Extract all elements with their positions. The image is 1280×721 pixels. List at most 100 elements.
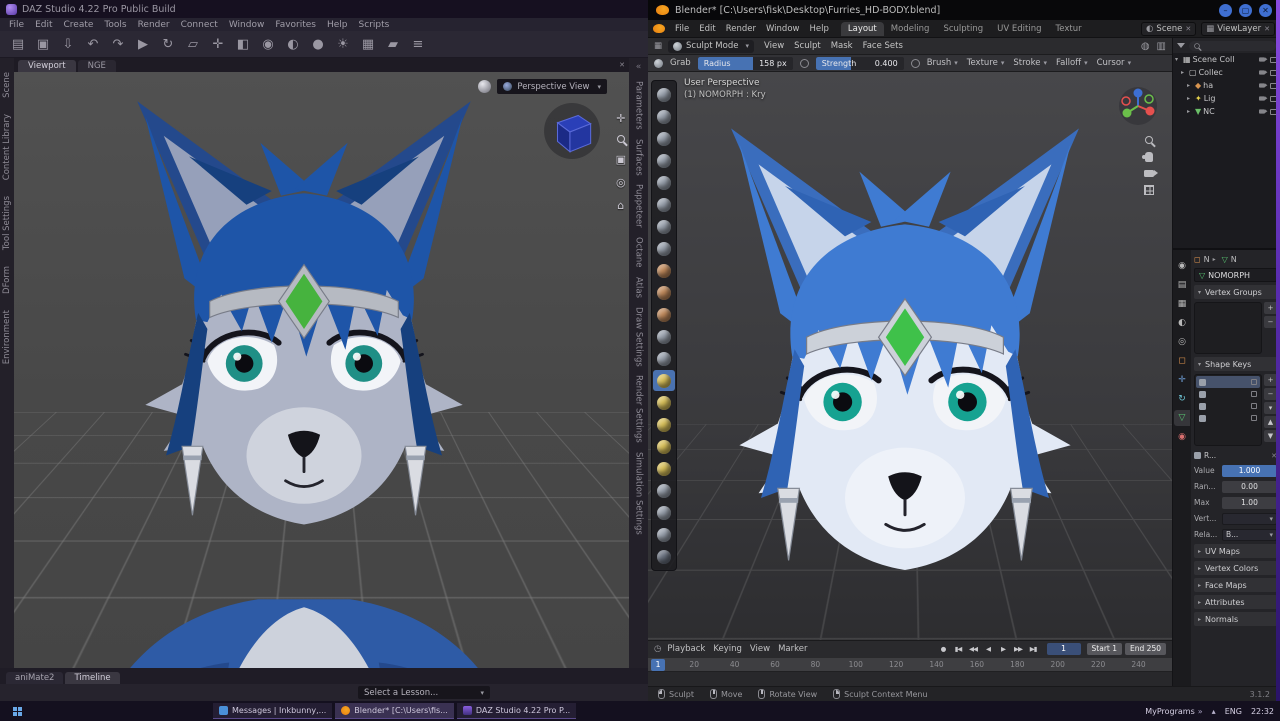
sphere-icon[interactable]: ● — [310, 38, 326, 51]
camera-icon[interactable]: ◐ — [285, 38, 301, 51]
mesh-name-field[interactable]: ▽ NOMORPH — [1194, 268, 1277, 282]
surface-selection-icon[interactable]: ◧ — [235, 38, 251, 51]
open-icon[interactable]: ▤ — [10, 38, 26, 51]
daz-menu-item[interactable]: Scripts — [354, 20, 395, 30]
shape-key-value-slider[interactable]: 1.000 — [1222, 464, 1277, 477]
rotate-tool-icon[interactable]: ↻ — [160, 38, 176, 51]
minimize-button[interactable] — [1219, 3, 1232, 17]
daz-dock-tab[interactable]: Octane — [634, 237, 644, 268]
lesson-selector[interactable]: Select a Lesson... — [358, 686, 490, 699]
material-properties-icon[interactable]: ◉ — [1174, 429, 1190, 445]
vertex-groups-section-header[interactable]: ▾ Vertex Groups — [1194, 285, 1277, 299]
daz-viewport-tab[interactable]: Viewport — [18, 60, 76, 72]
shape-key-row[interactable] — [1196, 388, 1260, 400]
blender-menu-logo-icon[interactable] — [653, 24, 665, 33]
workspace-tab[interactable]: Modeling — [884, 22, 937, 36]
daz-menu-item[interactable]: Connect — [176, 20, 223, 30]
daz-menu-item[interactable]: Create — [59, 20, 99, 30]
mute-checkbox[interactable] — [1251, 379, 1257, 385]
draw-brush-icon[interactable] — [653, 84, 675, 105]
daz-dock-tab[interactable]: Surfaces — [634, 139, 644, 176]
properties-section-header[interactable]: ▸ Vertex Colors — [1194, 561, 1277, 575]
timeline-editor-icon[interactable]: ◷ — [654, 644, 661, 654]
view-cube-gizmo[interactable] — [543, 102, 601, 160]
expand-icon[interactable]: ▸ — [1181, 69, 1187, 76]
mask-brush-icon[interactable] — [653, 546, 675, 567]
tool-popover[interactable]: Brush — [927, 58, 958, 68]
physics-properties-icon[interactable]: ↻ — [1174, 391, 1190, 407]
daz-dock-tab[interactable]: Scene — [2, 72, 12, 98]
range-max-field[interactable]: 1.00 — [1222, 496, 1277, 509]
brush-preview-icon[interactable] — [654, 58, 663, 68]
start-button[interactable] — [6, 703, 28, 719]
properties-section-header[interactable]: ▸ UV Maps — [1194, 544, 1277, 558]
camera-selector[interactable]: Perspective View — [497, 79, 607, 94]
disable-in-render-icon[interactable] — [1259, 57, 1268, 62]
mute-checkbox[interactable] — [1251, 415, 1257, 421]
clock[interactable]: 22:32 — [1251, 707, 1274, 716]
daz-dock-tab[interactable]: Simulation Settings — [634, 452, 644, 535]
daz-bottom-tab[interactable]: Timeline — [65, 672, 120, 684]
taskbar-app-button[interactable]: Blender* [C:\Users\fis... — [335, 703, 454, 719]
viewport-menu-item[interactable]: Mask — [827, 41, 857, 51]
scale-tool-icon[interactable]: ▱ — [185, 38, 201, 51]
expand-icon[interactable]: ▾ — [1175, 56, 1181, 63]
tool-popover[interactable]: Texture — [967, 58, 1005, 68]
editor-type-icon[interactable]: ▦ — [654, 41, 662, 51]
maximize-button[interactable] — [1239, 3, 1252, 17]
daz-menu-item[interactable]: Window — [224, 20, 270, 30]
blender-menu-item[interactable]: Help — [804, 24, 833, 34]
scrape-brush-icon[interactable] — [653, 326, 675, 347]
shape-key-row[interactable] — [1196, 412, 1260, 424]
object-data-properties-icon[interactable]: ▽ — [1174, 410, 1190, 426]
daz-dock-tab[interactable]: Draw Settings — [634, 307, 644, 367]
disable-in-render-icon[interactable] — [1259, 83, 1268, 88]
disable-in-render-icon[interactable] — [1259, 70, 1268, 75]
frame-icon[interactable]: ▣ — [616, 153, 626, 166]
modifier-properties-icon[interactable]: ✛ — [1174, 372, 1190, 388]
elastic-deform-brush-icon[interactable] — [653, 392, 675, 413]
blender-title-bar[interactable]: Blender* [C:\Users\fisk\Desktop\Furries_… — [648, 0, 1280, 20]
crease-brush-icon[interactable] — [653, 238, 675, 259]
pose-brush-icon[interactable] — [653, 458, 675, 479]
daz-dock-tab[interactable]: Parameters — [634, 81, 644, 130]
daz-menu-item[interactable]: Tools — [99, 20, 131, 30]
mode-selector[interactable]: Sculpt Mode — [668, 39, 754, 53]
expand-icon[interactable]: ▸ — [1187, 95, 1193, 102]
properties-section-header[interactable]: ▸ Face Maps — [1194, 578, 1277, 592]
zoom-icon[interactable] — [1145, 136, 1153, 144]
timeline-menu-item[interactable]: View — [746, 644, 774, 654]
workspace-tab[interactable]: Sculpting — [936, 22, 990, 36]
rotate-brush-icon[interactable] — [653, 502, 675, 523]
outliner-row[interactable]: ▸ ◆ ha — [1173, 79, 1280, 92]
mute-checkbox[interactable] — [1251, 403, 1257, 409]
strength-slider[interactable]: Strength 0.400 — [815, 56, 904, 70]
timeline-ruler[interactable]: 20 40 60 80 100 120 140 160 180 200 220 240 1 — [648, 657, 1172, 671]
pan-icon[interactable]: ✛ — [616, 112, 625, 125]
tray-chevron-icon[interactable]: ▴ — [1212, 707, 1216, 716]
timeline-menu-item[interactable]: Marker — [774, 644, 811, 654]
zoom-icon[interactable] — [616, 135, 625, 143]
workspace-tab[interactable]: Layout — [840, 21, 884, 36]
current-frame-marker[interactable]: 1 — [651, 659, 665, 671]
tool-popover[interactable]: Stroke — [1013, 58, 1047, 68]
spot-render-icon[interactable]: ◉ — [260, 38, 276, 51]
close-button[interactable] — [1259, 3, 1272, 17]
properties-section-header[interactable]: ▸ Attributes — [1194, 595, 1277, 609]
navigation-gizmo[interactable] — [1118, 86, 1158, 126]
fill-brush-icon[interactable] — [653, 304, 675, 325]
output-properties-icon[interactable]: ▤ — [1174, 277, 1190, 293]
daz-menu-item[interactable]: Favorites — [270, 20, 321, 30]
daz-dock-tab[interactable]: Atlas — [634, 277, 644, 298]
daz-dock-tab[interactable]: Tool Settings — [2, 196, 12, 250]
timeline-tracks[interactable] — [648, 671, 1172, 686]
outliner-row[interactable]: ▸ ▢ Collec — [1173, 66, 1280, 79]
radius-pressure-icon[interactable] — [799, 58, 809, 68]
overlays-icon[interactable]: ◍ — [1141, 41, 1150, 52]
outliner-search[interactable] — [1189, 40, 1276, 51]
blender-menu-item[interactable]: Edit — [694, 24, 720, 34]
home-view-icon[interactable]: ⌂ — [617, 199, 624, 212]
shape-keys-list[interactable] — [1194, 374, 1262, 446]
clay-strips-brush-icon[interactable] — [653, 150, 675, 171]
tool-popover[interactable]: Falloff — [1056, 58, 1088, 68]
